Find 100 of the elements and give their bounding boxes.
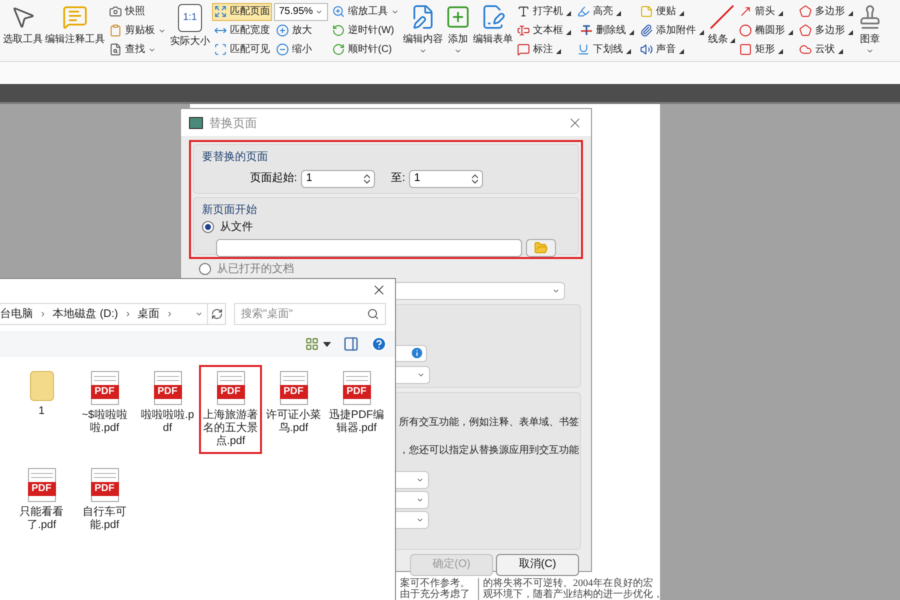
ribbon-button[interactable]: 编辑表单 [472,0,514,61]
ribbon-button[interactable]: 匹配可见 [212,40,272,58]
ribbon-button[interactable]: 线条 [707,0,736,61]
caret-icon [416,476,424,484]
typewriter-icon [517,5,530,18]
pdf-file-icon: PDF [90,468,118,502]
file-name: 迅捷PDF编辑器.pdf [328,409,385,435]
radio-option[interactable]: 从文件 [202,218,570,235]
address-bar[interactable]: 台电脑 › 本地磁盘 (D:) › 桌面 › [0,303,226,325]
rotate-right-icon [332,43,345,56]
fit-page-icon [214,5,227,18]
spinner-arrows-icon [364,174,370,184]
ribbon-button[interactable]: 箭头 [737,2,795,20]
ribbon-button[interactable]: 添加附件 [638,22,706,40]
rotate-left-icon [332,24,345,37]
breadcrumb-separator: › [41,306,45,322]
file-name: ~$啦啦啦啦.pdf [80,409,128,435]
ribbon-button[interactable]: 云状 [797,40,855,58]
dialog-button[interactable]: 取消(C) [496,554,579,576]
field-label: 页面起始: [250,171,298,186]
breadcrumb-item[interactable]: 本地磁盘 (D:) [52,306,118,322]
help-icon[interactable] [371,336,387,352]
folder-icon [30,371,54,401]
clipboard-icon [109,24,122,37]
magnifier-icon [332,5,345,18]
ribbon-button[interactable]: 添加 [444,0,472,61]
file-name: 1 [37,405,46,418]
spin-field[interactable]: 1 [301,170,376,188]
app-icon [189,116,203,128]
ribbon-button[interactable]: 快照 [107,2,168,20]
ribbon-button[interactable]: 编辑内容 [402,0,444,61]
ribbon-button[interactable]: 矩形 [737,40,795,58]
ribbon-button[interactable]: 逆时针(W) [330,22,401,40]
ribbon-button[interactable]: 缩放工具 [330,2,401,20]
ribbon-button[interactable]: 剪贴板 [107,22,168,40]
file-name: 许可证小菜鸟.pdf [265,409,322,435]
spinner-arrows-icon [472,174,478,184]
zoom-combo[interactable]: 75.95% [274,2,328,20]
file-item[interactable]: PDF 上海旅游著名的五大景点.pdf [199,365,262,454]
caret-icon [195,310,203,318]
callout-icon [517,43,530,56]
ribbon-button[interactable]: 便贴 [638,2,706,20]
text-box-icon [517,24,530,37]
ribbon-button[interactable]: 缩小 [274,40,328,58]
search-field[interactable]: 搜索"桌面" [234,303,386,325]
breadcrumb-separator: › [126,306,130,322]
spin-field[interactable]: 1 [409,170,484,188]
ribbon-button[interactable]: 编辑注释工具 [44,0,106,61]
refresh-button[interactable] [207,304,225,324]
pdf-file-icon: PDF [28,468,56,502]
ribbon-button[interactable]: 1:1 实际大小 [169,0,211,61]
file-item[interactable]: PDF 许可证小菜鸟.pdf [262,365,325,454]
ribbon-button[interactable]: 多边形 [797,2,855,20]
ribbon-button[interactable]: 下划线 [575,40,636,58]
ribbon-button[interactable]: 图章 [856,0,884,61]
breadcrumb-item[interactable]: 桌面 [138,306,160,322]
folder-icon [534,241,548,255]
ribbon-button[interactable]: 顺时针(C) [330,40,401,58]
ribbon-button[interactable]: 文本框 [515,22,573,40]
document-text: 观环境下，随着产业结构的进一步优化， [483,589,663,600]
ribbon-button[interactable]: 多边形 [797,22,855,40]
view-icon[interactable] [305,337,319,351]
zoom-out-icon [276,43,289,56]
description-text: ，您还可以指定从替换源应用到交互功能 [399,444,580,458]
sticky-note-icon [640,5,653,18]
caret-icon[interactable] [323,342,331,346]
document-text: 的将失将不可逆转。2004年在良好的宏 [483,578,654,589]
ribbon-button[interactable]: 查找 [107,40,168,58]
pdf-file-icon: PDF [216,371,244,405]
ribbon-button[interactable]: 标注 [515,40,573,58]
ribbon-button[interactable]: 删除线 [575,22,636,40]
pdf-file-icon: PDF [90,371,118,405]
pdf-file-icon: PDF [154,371,182,405]
ribbon-button[interactable]: 打字机 [515,2,573,20]
file-item[interactable]: PDF 只能看看了.pdf [10,462,73,538]
preview-pane-icon[interactable] [343,336,359,352]
rectangle-icon [739,43,752,56]
file-item[interactable]: PDF 啦啦啦啦.pdf [136,365,199,454]
file-path-field[interactable] [216,239,522,257]
ribbon-button[interactable]: 匹配页面 [212,2,272,20]
ribbon-button[interactable]: 椭圆形 [737,22,795,40]
breadcrumb-item[interactable]: 台电脑 [0,306,33,322]
ribbon-button[interactable]: 放大 [274,22,328,40]
underline-icon [577,43,590,56]
ribbon-button[interactable]: 高亮 [575,2,636,20]
file-item[interactable]: PDF 自行车可能.pdf [73,462,136,538]
ribbon-button[interactable]: 匹配宽度 [212,22,272,40]
file-item[interactable]: PDF 迅捷PDF编辑器.pdf [325,365,388,454]
ribbon-button[interactable]: 选取工具 [2,0,44,61]
file-item[interactable]: 1 [10,365,73,454]
ribbon-button[interactable]: 声音 [638,40,706,58]
document-text: 由于充分考虑了 [400,589,470,600]
camera-icon [109,5,122,18]
actual-size-icon: 1:1 [178,4,202,32]
file-name: 自行车可能.pdf [82,506,128,532]
group-heading: 要替换的页面 [201,150,269,165]
radio-option[interactable]: 从已打开的文档 [199,261,573,278]
caret-icon [416,496,424,504]
search-icon [367,308,379,320]
file-item[interactable]: PDF ~$啦啦啦啦.pdf [73,365,136,454]
